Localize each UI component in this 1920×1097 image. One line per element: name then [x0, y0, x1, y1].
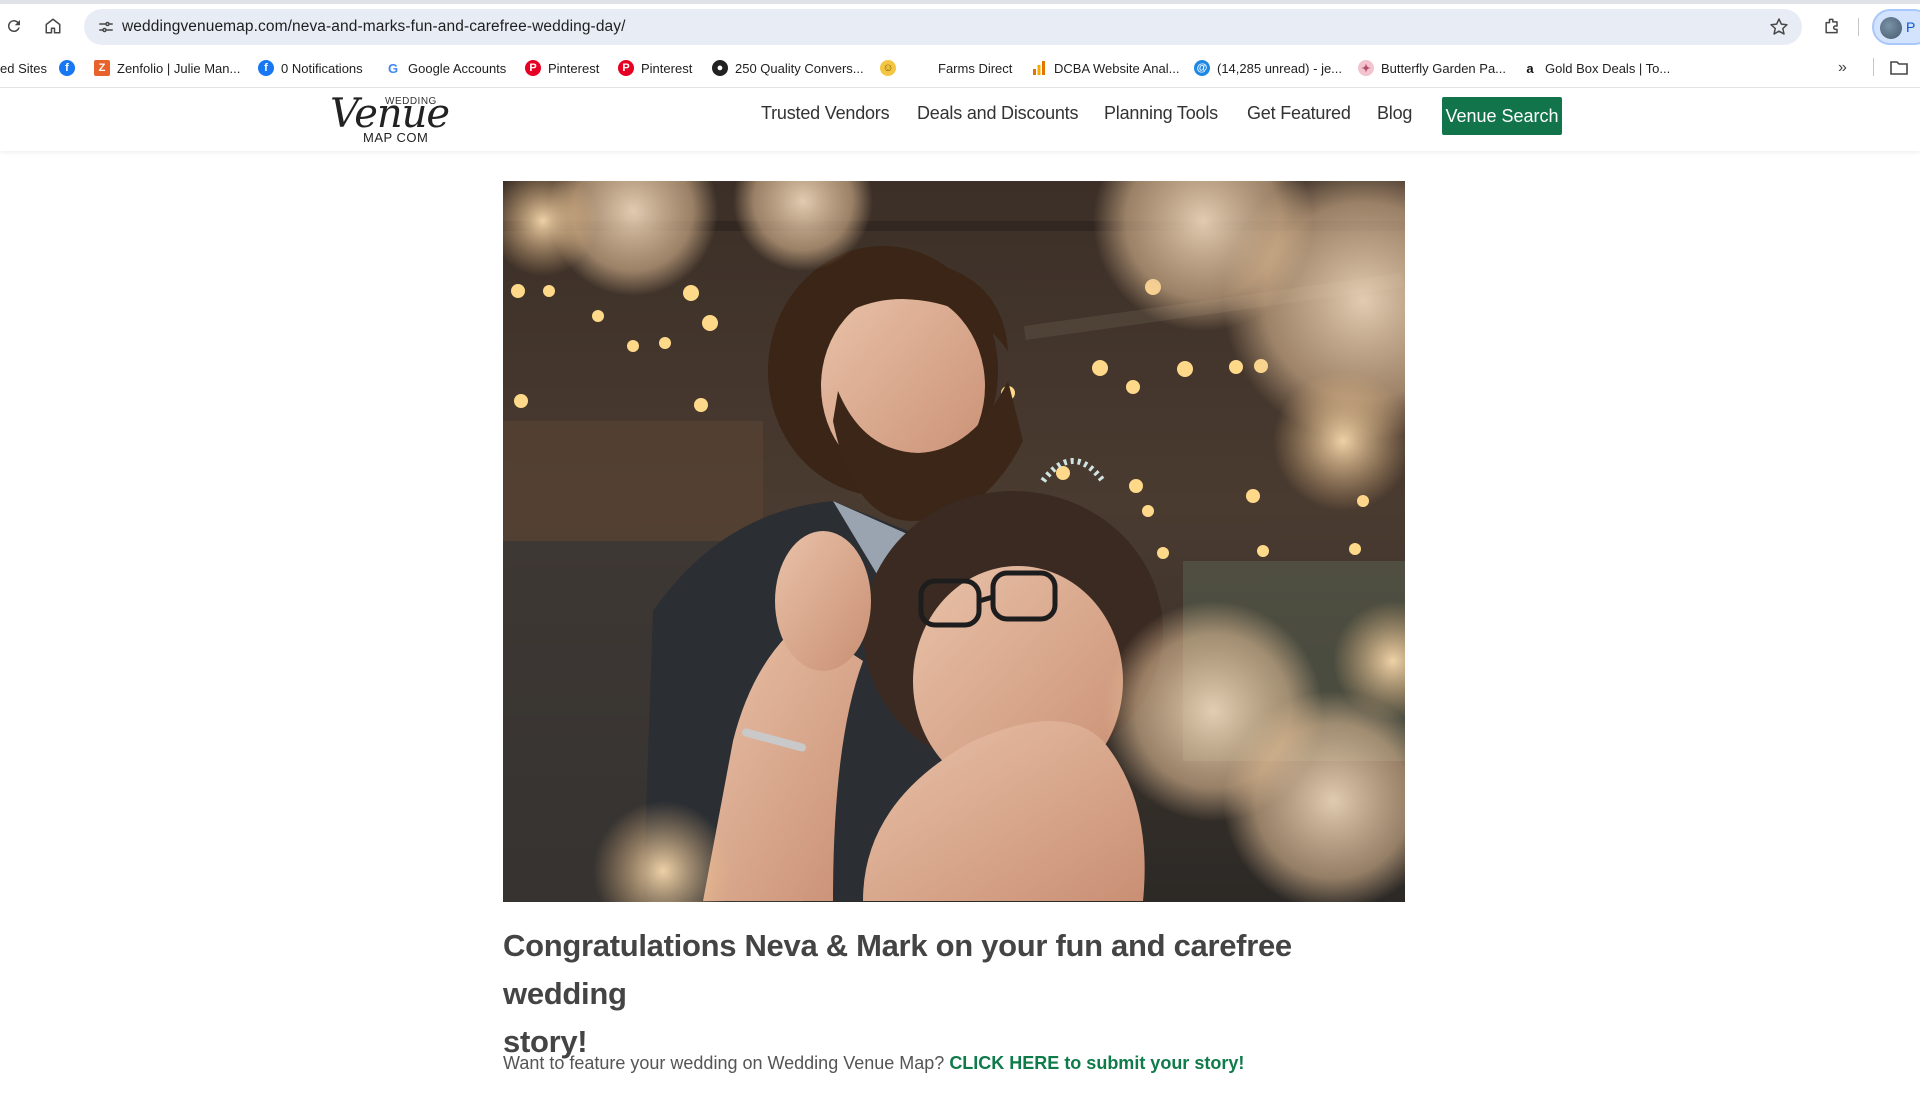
- facebook-icon: f: [258, 60, 274, 76]
- wedding-photo: [503, 181, 1405, 902]
- butterfly-icon: ✦: [1358, 60, 1374, 76]
- amazon-icon: a: [1522, 60, 1538, 76]
- bookmark-label: Butterfly Garden Pa...: [1381, 60, 1507, 76]
- extensions-icon[interactable]: [1816, 10, 1848, 42]
- bookmark-item[interactable]: ✦ Butterfly Garden Pa...: [1358, 56, 1506, 80]
- bookmark-label: Farms Direct: [938, 60, 1013, 76]
- profile-button[interactable]: P: [1872, 9, 1920, 45]
- nav-planning-tools[interactable]: Planning Tools: [1104, 103, 1218, 124]
- bookmark-item[interactable]: ☺: [880, 56, 896, 80]
- zenfolio-icon: Z: [94, 60, 110, 76]
- bookmark-label: Pinterest: [641, 60, 693, 76]
- bookmark-label: 0 Notifications: [281, 60, 363, 76]
- tab-strip-edge: [0, 0, 1920, 4]
- globe-icon: ●: [712, 60, 728, 76]
- wedding-photo-illustration: [503, 181, 1405, 902]
- emoji-icon: ☺: [880, 60, 896, 76]
- submit-story-link[interactable]: CLICK HERE to submit your story!: [949, 1053, 1244, 1073]
- address-bar[interactable]: weddingvenuemap.com/neva-and-marks-fun-a…: [84, 9, 1802, 45]
- toolbar-divider: [1858, 18, 1859, 36]
- nav-get-featured[interactable]: Get Featured: [1247, 103, 1351, 124]
- bookmark-item[interactable]: P Pinterest: [525, 56, 599, 80]
- submit-story-text: Want to feature your wedding on Wedding …: [503, 1053, 945, 1073]
- post-title: Congratulations Neva & Mark on your fun …: [503, 922, 1423, 1066]
- pinterest-icon: P: [525, 60, 541, 76]
- bookmark-item[interactable]: a Gold Box Deals | To...: [1522, 56, 1670, 80]
- logo-map-text: MAP COM: [363, 130, 429, 145]
- bookmark-item[interactable]: ● 250 Quality Convers...: [712, 56, 864, 80]
- browser-toolbar: weddingvenuemap.com/neva-and-marks-fun-a…: [0, 6, 1920, 46]
- google-icon: G: [385, 60, 401, 76]
- bookmark-item[interactable]: P Pinterest: [618, 56, 692, 80]
- home-icon[interactable]: [37, 10, 69, 42]
- analytics-icon: [1031, 60, 1047, 76]
- browser-chrome: weddingvenuemap.com/neva-and-marks-fun-a…: [0, 0, 1920, 88]
- venue-search-button[interactable]: Venue Search: [1442, 97, 1562, 135]
- all-bookmarks-folder-icon[interactable]: [1890, 56, 1908, 80]
- submit-story-prompt: Want to feature your wedding on Wedding …: [503, 1053, 1244, 1074]
- url-text[interactable]: weddingvenuemap.com/neva-and-marks-fun-a…: [122, 18, 626, 36]
- facebook-icon: f: [59, 60, 75, 76]
- nav-trusted-vendors[interactable]: Trusted Vendors: [761, 103, 890, 124]
- avatar: [1880, 17, 1902, 39]
- nav-deals-and-discounts[interactable]: Deals and Discounts: [917, 103, 1078, 124]
- mail-icon: @: [1194, 60, 1210, 76]
- site-header: Venue WEDDING MAP COM Trusted Vendors De…: [0, 89, 1920, 151]
- nav-blog[interactable]: Blog: [1377, 103, 1412, 124]
- bookmark-item[interactable]: f: [59, 56, 75, 80]
- profile-label: P: [1906, 19, 1916, 35]
- bookmark-item[interactable]: Farms Direct: [938, 56, 1012, 80]
- bookmark-item[interactable]: DCBA Website Anal...: [1031, 56, 1180, 80]
- bookmark-item[interactable]: f 0 Notifications: [258, 56, 363, 80]
- bookmark-label: DCBA Website Anal...: [1054, 60, 1180, 76]
- bookmark-star-icon[interactable]: [1766, 14, 1792, 40]
- bookmarks-divider: [1873, 58, 1874, 76]
- bookmark-label: Gold Box Deals | To...: [1545, 60, 1671, 76]
- logo-wedding-text: WEDDING: [385, 96, 437, 107]
- bookmark-label: (14,285 unread) - je...: [1217, 60, 1343, 76]
- pinterest-icon: P: [618, 60, 634, 76]
- bookmark-item[interactable]: ed Sites: [0, 56, 47, 80]
- bookmark-label: Zenfolio | Julie Man...: [117, 60, 241, 76]
- bookmark-item[interactable]: G Google Accounts: [385, 56, 506, 80]
- post-title-line-1: Congratulations Neva & Mark on your fun …: [503, 928, 1292, 1011]
- site-logo[interactable]: Venue WEDDING MAP COM: [330, 89, 450, 149]
- bookmarks-bar: ed Sites f Z Zenfolio | Julie Man... f 0…: [0, 52, 1920, 82]
- bookmark-label: Pinterest: [548, 60, 600, 76]
- bookmark-label: ed Sites: [0, 60, 47, 76]
- reload-icon[interactable]: [0, 10, 30, 42]
- bookmark-item[interactable]: Z Zenfolio | Julie Man...: [94, 56, 240, 80]
- bookmark-label: 250 Quality Convers...: [735, 60, 864, 76]
- site-info-icon[interactable]: [94, 15, 118, 39]
- more-bookmarks-chevron-icon[interactable]: »: [1838, 56, 1847, 80]
- bookmark-item[interactable]: @ (14,285 unread) - je...: [1194, 56, 1342, 80]
- bookmark-label: Google Accounts: [408, 60, 507, 76]
